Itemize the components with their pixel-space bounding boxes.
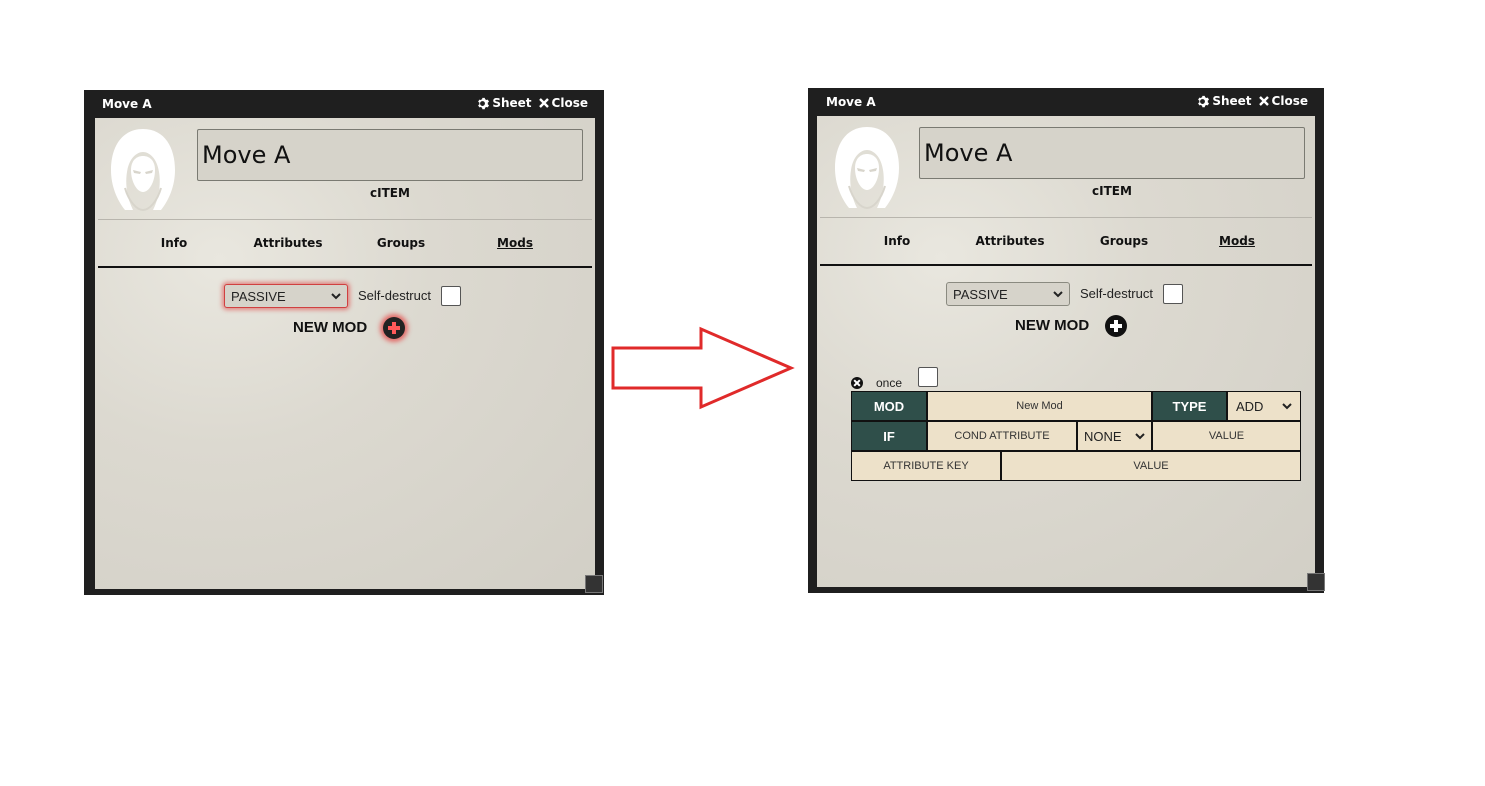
item-subtype: cITEM (370, 186, 410, 200)
window-titlebar[interactable]: Move A Sheet Close (84, 90, 604, 118)
tab-mods[interactable]: Mods (1219, 234, 1255, 248)
sheet-button[interactable]: Sheet (1196, 94, 1252, 108)
mode-select[interactable]: PASSIVE (946, 282, 1070, 306)
divider (98, 219, 592, 220)
close-label: Close (551, 96, 588, 110)
self-destruct-label: Self-destruct (358, 288, 431, 303)
remove-mod-icon[interactable] (851, 377, 863, 389)
chevron-down-icon (1282, 402, 1292, 409)
tab-groups[interactable]: Groups (1100, 234, 1148, 248)
item-name-input[interactable]: Move A (197, 129, 583, 181)
attribute-key-input[interactable]: ATTRIBUTE KEY (851, 451, 1001, 481)
item-subtype: cITEM (1092, 184, 1132, 198)
window-title: Move A (102, 97, 152, 111)
mode-select[interactable]: PASSIVE (224, 284, 348, 308)
gear-icon (1198, 95, 1210, 107)
tab-groups[interactable]: Groups (377, 236, 425, 250)
window-body: Move A cITEM Info Attributes Groups Mods… (817, 116, 1315, 587)
cond-operator-select[interactable]: NONE (1077, 421, 1152, 451)
add-mod-button[interactable] (383, 317, 405, 339)
self-destruct-checkbox[interactable] (1163, 284, 1183, 304)
mode-select-value: PASSIVE (231, 288, 286, 304)
transition-arrow (611, 326, 795, 410)
sheet-label: Sheet (1212, 94, 1252, 108)
window-titlebar[interactable]: Move A Sheet Close (808, 88, 1324, 116)
type-select-value: ADD (1236, 398, 1264, 414)
mod-name-input[interactable]: New Mod (927, 391, 1152, 421)
type-header: TYPE (1152, 391, 1227, 421)
self-destruct-checkbox[interactable] (441, 286, 461, 306)
chevron-down-icon (1135, 432, 1145, 439)
tab-attributes[interactable]: Attributes (254, 236, 323, 250)
hooded-avatar-icon[interactable] (831, 124, 903, 212)
item-window-before: Move A Sheet Close Move A cITEM Info Att… (84, 90, 604, 595)
mod-header: MOD (851, 391, 927, 421)
item-name-input[interactable]: Move A (919, 127, 1305, 179)
cond-operator-value: NONE (1084, 428, 1122, 444)
type-select[interactable]: ADD (1227, 391, 1301, 421)
close-label: Close (1271, 94, 1308, 108)
hooded-avatar-icon[interactable] (107, 126, 179, 214)
tab-info[interactable]: Info (884, 234, 910, 248)
value-input[interactable]: VALUE (1001, 451, 1301, 481)
new-mod-label: NEW MOD (1015, 317, 1090, 334)
sheet-button[interactable]: Sheet (476, 96, 532, 110)
close-button[interactable]: Close (538, 96, 588, 110)
once-checkbox[interactable] (918, 367, 938, 387)
self-destruct-label: Self-destruct (1080, 286, 1153, 301)
resize-handle[interactable] (1307, 573, 1325, 591)
chevron-down-icon (331, 292, 341, 299)
cond-attribute-input[interactable]: COND ATTRIBUTE (927, 421, 1077, 451)
resize-handle[interactable] (585, 575, 603, 593)
gear-icon (478, 97, 490, 109)
close-icon (1258, 96, 1269, 106)
tab-attributes[interactable]: Attributes (976, 234, 1045, 248)
close-button[interactable]: Close (1258, 94, 1308, 108)
window-body: Move A cITEM Info Attributes Groups Mods… (95, 118, 595, 589)
if-header: IF (851, 421, 927, 451)
new-mod-label: NEW MOD (293, 319, 368, 336)
window-title: Move A (826, 95, 876, 109)
tab-mods[interactable]: Mods (497, 236, 533, 250)
chevron-down-icon (1053, 290, 1063, 297)
close-icon (538, 98, 549, 108)
tab-bar: Info Attributes Groups Mods (820, 220, 1312, 266)
add-mod-button[interactable] (1105, 315, 1127, 337)
tab-info[interactable]: Info (161, 236, 187, 250)
divider (820, 217, 1312, 218)
once-label: once (876, 376, 903, 390)
sheet-label: Sheet (492, 96, 532, 110)
item-window-after: Move A Sheet Close Move A cITEM Info Att… (808, 88, 1325, 593)
tab-bar: Info Attributes Groups Mods (98, 222, 592, 268)
cond-value-input[interactable]: VALUE (1152, 421, 1301, 451)
mode-select-value: PASSIVE (953, 286, 1008, 302)
